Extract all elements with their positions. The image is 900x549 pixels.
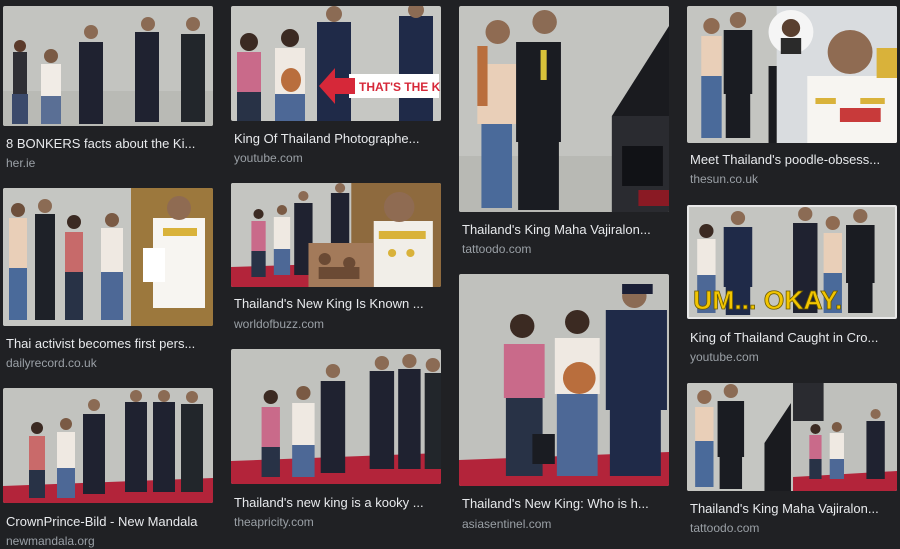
result-thumbnail[interactable] [231, 349, 441, 484]
result-thumbnail[interactable] [3, 388, 213, 503]
result-thumbnail[interactable] [687, 6, 897, 143]
image-result-card[interactable]: Thai activist becomes first pers... dail… [3, 188, 213, 370]
result-source: worldofbuzz.com [234, 317, 325, 331]
result-source: thesun.co.uk [690, 172, 759, 186]
result-title[interactable]: King of Thailand Caught in Cro... [690, 330, 895, 346]
result-thumbnail[interactable] [459, 274, 669, 486]
result-title[interactable]: King Of Thailand Photographe... [234, 131, 439, 147]
result-thumbnail[interactable]: UM... OKAY. [687, 205, 897, 319]
image-result-card[interactable]: Meet Thailand's poodle-obsess... thesun.… [687, 6, 897, 186]
image-result-card[interactable]: Thailand's New King Is Known ... worldof… [231, 183, 441, 343]
image-result-card[interactable]: CrownPrince-Bild - New Mandala newmandal… [3, 388, 213, 548]
result-thumbnail[interactable] [459, 6, 669, 212]
result-thumbnail[interactable]: THAT'S THE KING [231, 6, 441, 121]
result-source: youtube.com [234, 151, 303, 165]
result-source: asiasentinel.com [462, 517, 552, 531]
overlay-caption: THAT'S THE KING [359, 80, 441, 94]
result-source: theapricity.com [234, 515, 314, 529]
result-title[interactable]: Thai activist becomes first pers... [6, 336, 211, 352]
result-title[interactable]: Thailand's New King Is Known ... [234, 296, 439, 312]
result-title[interactable]: Thailand's New King: Who is h... [462, 496, 667, 512]
image-result-card[interactable]: Thailand's new king is a kooky ... theap… [231, 349, 441, 539]
result-thumbnail[interactable] [231, 183, 441, 287]
result-title[interactable]: 8 BONKERS facts about the Ki... [6, 136, 211, 152]
result-source: her.ie [6, 156, 36, 170]
result-title[interactable]: Thailand's new king is a kooky ... [234, 495, 439, 511]
result-title[interactable]: CrownPrince-Bild - New Mandala [6, 514, 211, 530]
result-source: tattoodo.com [462, 242, 532, 256]
result-source: dailyrecord.co.uk [6, 356, 97, 370]
result-source: newmandala.org [6, 534, 95, 548]
result-source: youtube.com [690, 350, 759, 364]
image-result-card[interactable]: THAT'S THE KING King Of Thailand Photogr… [231, 6, 441, 166]
result-thumbnail[interactable] [3, 188, 213, 326]
result-thumbnail[interactable] [687, 383, 897, 491]
result-title[interactable]: Thailand's King Maha Vajiralon... [462, 222, 667, 238]
image-result-card[interactable]: 8 BONKERS facts about the Ki... her.ie [3, 6, 213, 170]
result-title[interactable]: Meet Thailand's poodle-obsess... [690, 152, 895, 168]
result-source: tattoodo.com [690, 521, 760, 535]
image-result-card[interactable]: Thailand's New King: Who is h... asiasen… [459, 274, 669, 534]
image-result-card[interactable]: Thailand's King Maha Vajiralon... tattoo… [459, 6, 669, 261]
result-thumbnail[interactable] [3, 6, 213, 126]
overlay-caption: UM... OKAY. [693, 285, 842, 315]
image-result-card[interactable]: UM... OKAY. King of Thailand Caught in C… [687, 205, 897, 365]
image-result-card[interactable]: Thailand's King Maha Vajiralon... tattoo… [687, 383, 897, 543]
result-title[interactable]: Thailand's King Maha Vajiralon... [690, 501, 895, 517]
